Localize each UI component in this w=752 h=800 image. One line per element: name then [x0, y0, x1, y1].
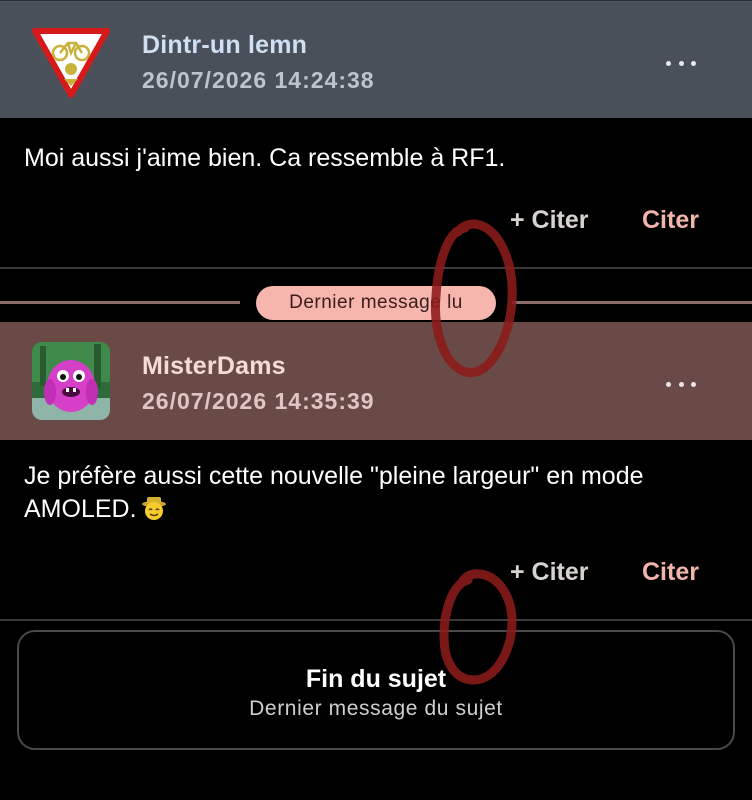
- divider: [0, 619, 752, 621]
- end-of-topic-title: Fin du sujet: [305, 665, 447, 693]
- divider: [0, 267, 752, 269]
- author-name[interactable]: MisterDams: [142, 352, 286, 381]
- post-message: Moi aussi j'aime bien. Ca ressemble à RF…: [24, 144, 506, 172]
- more-options-button[interactable]: [666, 53, 696, 73]
- unread-divider-line: [512, 301, 752, 304]
- end-of-topic-card: Fin du sujet Dernier message du sujet: [17, 630, 735, 750]
- post-message: Je préfère aussi cette nouvelle "pleine …: [24, 460, 734, 526]
- smiling-face-with-hat-emoji-icon: [141, 495, 167, 521]
- last-read-badge: Dernier message lu: [256, 286, 496, 320]
- multi-quote-button[interactable]: + Citer: [510, 206, 589, 235]
- dot-icon: [678, 381, 684, 387]
- monster-avatar-icon[interactable]: [32, 342, 110, 420]
- more-options-button[interactable]: [666, 374, 696, 394]
- post-header: Dintr-un lemn 26/07/2026 14:24:38: [0, 0, 752, 118]
- dot-icon: [691, 60, 696, 66]
- unread-divider-line: [0, 301, 240, 304]
- dot-icon: [666, 381, 671, 387]
- multi-quote-button[interactable]: + Citer: [510, 558, 589, 587]
- post-header: MisterDams 26/07/2026 14:35:39: [0, 322, 752, 440]
- quote-button[interactable]: Citer: [642, 558, 699, 587]
- dot-icon: [666, 60, 671, 66]
- quote-button[interactable]: Citer: [642, 206, 699, 235]
- dot-icon: [678, 60, 684, 66]
- dot-icon: [691, 381, 696, 387]
- author-name[interactable]: Dintr-un lemn: [142, 31, 307, 60]
- post-timestamp: 26/07/2026 14:24:38: [142, 67, 375, 93]
- yield-sign-avatar-icon[interactable]: [32, 23, 110, 101]
- post-message-text: Je préfère aussi cette nouvelle "pleine …: [24, 462, 644, 523]
- end-of-topic-subtitle: Dernier message du sujet: [249, 697, 503, 720]
- post-timestamp: 26/07/2026 14:35:39: [142, 388, 375, 414]
